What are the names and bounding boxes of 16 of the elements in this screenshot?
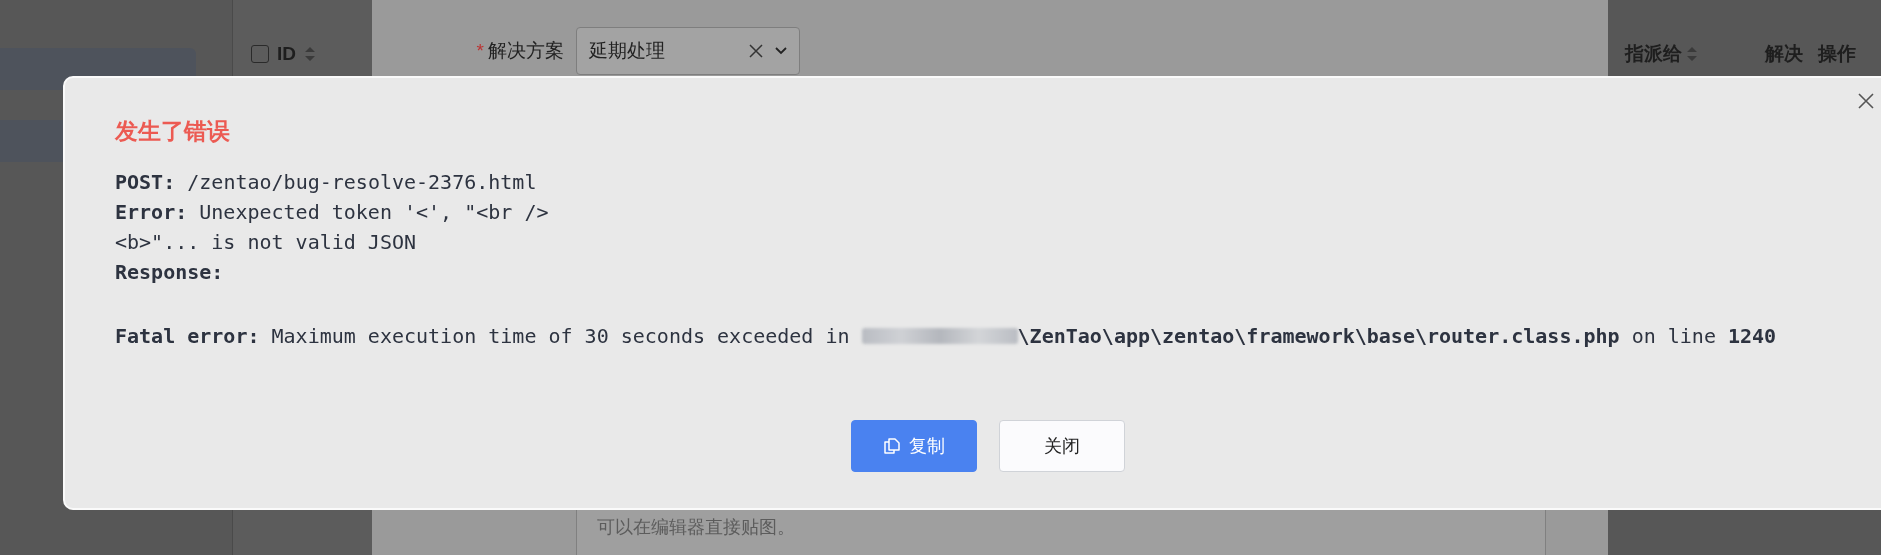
column-header[interactable]: 操作 (1818, 41, 1856, 67)
close-button[interactable]: 关闭 (999, 420, 1125, 472)
error-line: \ZenTao\app\zentao\framework\base\router.class.php on line 1240 (1017, 323, 1777, 350)
error-line: Fatal error: Maximum execution time of 30 seconds exceeded in (115, 323, 851, 350)
column-header[interactable]: ID (277, 43, 296, 65)
column-header[interactable]: 解决 (1765, 41, 1803, 67)
required-mark: * (476, 40, 484, 62)
field-label: 解决方案 (488, 39, 564, 63)
error-line: POST: /zentao/bug-resolve-2376.html (115, 170, 537, 194)
copy-button[interactable]: 复制 (851, 420, 977, 472)
select-field[interactable]: 延期处理 (576, 27, 800, 75)
error-line: Error: Unexpected token '<', "<br /> (115, 200, 549, 224)
column-header[interactable]: 指派给 (1625, 41, 1682, 67)
error-line: <b>"... is not valid JSON (115, 230, 417, 254)
dialog-title: 发生了错误 (115, 117, 231, 146)
error-line: Response: (115, 260, 224, 284)
